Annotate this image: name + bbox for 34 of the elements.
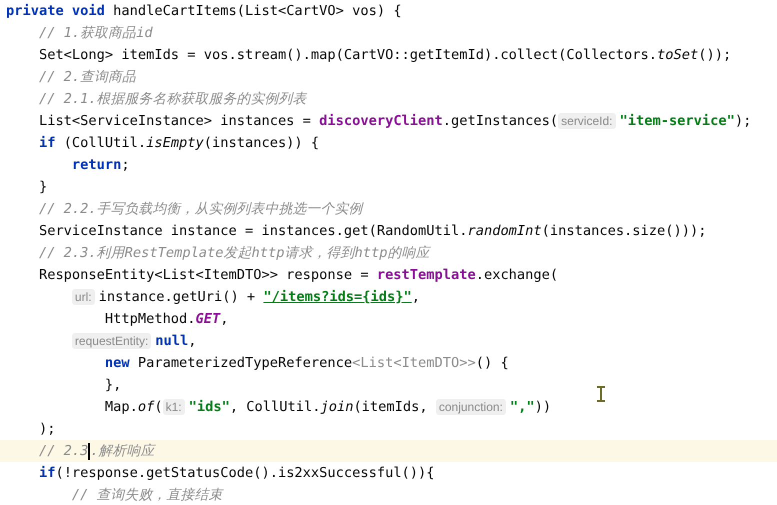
code-comment: // 2.1.根据服务名称获取服务的实例列表 [38, 90, 307, 108]
parameter-hint: conjunction: [436, 399, 506, 415]
code-text: }, [104, 377, 122, 393]
code-text: null, [155, 333, 197, 349]
code-comment: // 2.3.利用RestTemplate发起http请求，得到http的响应 [38, 244, 430, 262]
text-cursor-icon [596, 386, 606, 402]
parameter-hint: serviceId: [558, 113, 616, 129]
code-comment: // 1.获取商品id [38, 24, 153, 42]
code-text: } [38, 179, 48, 195]
code-text: List<ServiceInstance> instances = discoveryClient.getInstances( [38, 113, 558, 129]
code-text: if(!response.getStatusCode().is2xxSuccessful()){ [38, 465, 435, 481]
parameter-hint: k1: [162, 399, 185, 415]
code-comment: // 查询失败，直接结束 [70, 486, 223, 504]
code-comment: // 2.3 [38, 443, 88, 459]
code-text: instance.getUri() + "/items?ids={ids}", [98, 289, 420, 305]
code-text: Set<Long> itemIds = vos.stream().map(CartVO::getItemId).collect(Collectors.toSet()); [38, 47, 732, 63]
code-text: ServiceInstance instance = instances.get(RandomUtil.randomInt(instances.size())); [38, 223, 706, 239]
code-text: return; [70, 157, 130, 173]
code-text: ); [38, 421, 56, 437]
code-text: private void handleCartItems(List<CartVO> vos) { [6, 3, 402, 19]
parameter-hint: url: [72, 289, 95, 305]
parameter-hint: requestEntity: [72, 333, 152, 349]
code-text: new ParameterizedTypeReference<List<ItemDTO>>() { [104, 355, 509, 371]
code-comment: // 2.2.手写负载均衡，从实例列表中挑选一个实例 [38, 200, 363, 218]
code-text: if (CollUtil.isEmpty(instances)) { [38, 135, 320, 151]
text-caret [88, 442, 90, 460]
code-text: ResponseEntity<List<ItemDTO>> response = restTemplate.exchange( [38, 267, 558, 283]
code-text: "item-service"); [620, 113, 752, 129]
code-comment: .解析响应 [90, 442, 155, 460]
code-text: ",")) [510, 399, 552, 415]
code-text: Map.of( [104, 399, 163, 415]
code-text: "ids", CollUtil.join(itemIds, [188, 399, 429, 415]
code-text: HttpMethod.GET, [104, 311, 229, 327]
code-comment: // 2.查询商品 [38, 68, 136, 86]
